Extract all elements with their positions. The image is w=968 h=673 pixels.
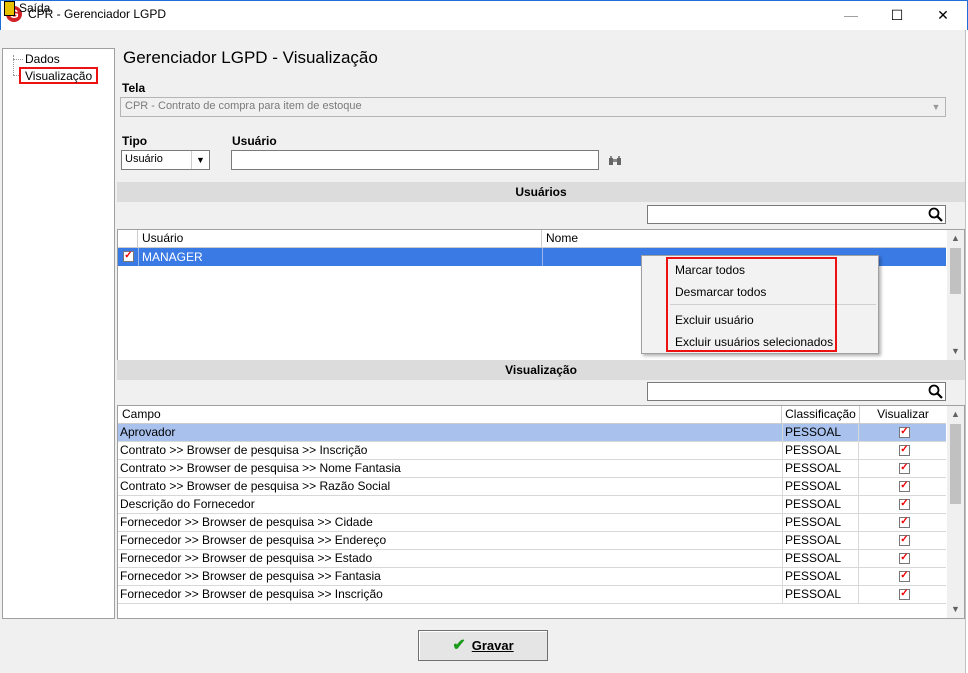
- search-icon[interactable]: [928, 207, 944, 223]
- cell-classificacao: PESSOAL: [783, 586, 859, 604]
- cell-campo: Contrato >> Browser de pesquisa >> Inscr…: [118, 442, 783, 460]
- visualizar-checkbox[interactable]: ✓: [899, 481, 910, 492]
- cell-classificacao: PESSOAL: [783, 478, 859, 496]
- cell-classificacao: PESSOAL: [783, 514, 859, 532]
- scroll-down-icon[interactable]: ▼: [947, 601, 964, 618]
- exit-door-icon[interactable]: [4, 1, 15, 16]
- menu-bar: [0, 30, 968, 48]
- table-row[interactable]: Fornecedor >> Browser de pesquisa >> Est…: [118, 550, 946, 568]
- usuario-input[interactable]: [231, 150, 599, 170]
- table-row[interactable]: Contrato >> Browser de pesquisa >> Nome …: [118, 460, 946, 478]
- usuario-label: Usuário: [232, 134, 277, 148]
- menu-exit[interactable]: Saída: [19, 1, 50, 15]
- cell-classificacao: PESSOAL: [783, 424, 859, 442]
- cell-campo: Aprovador: [118, 424, 783, 442]
- visualizar-checkbox[interactable]: ✓: [899, 589, 910, 600]
- visualizacao-scrollbar[interactable]: ▲ ▼: [947, 406, 964, 618]
- cell-classificacao: PESSOAL: [783, 442, 859, 460]
- cell-classificacao: PESSOAL: [783, 496, 859, 514]
- column-header-campo[interactable]: Campo: [118, 406, 782, 424]
- binoculars-icon[interactable]: [608, 155, 622, 167]
- save-button-label: Gravar: [471, 638, 514, 653]
- cell-classificacao: PESSOAL: [783, 532, 859, 550]
- search-icon[interactable]: [928, 384, 944, 400]
- column-header-visualizar[interactable]: Visualizar: [860, 406, 946, 424]
- chevron-down-icon[interactable]: ▼: [927, 98, 945, 116]
- tree-connector: [13, 55, 14, 75]
- visualizar-checkbox[interactable]: ✓: [899, 571, 910, 582]
- cell-classificacao: PESSOAL: [783, 568, 859, 586]
- annotation-highlight: [666, 257, 837, 352]
- cell-campo: Contrato >> Browser de pesquisa >> Nome …: [118, 460, 783, 478]
- cell-divider: [542, 248, 543, 266]
- table-row[interactable]: Fornecedor >> Browser de pesquisa >> Fan…: [118, 568, 946, 586]
- scrollbar-thumb[interactable]: [950, 248, 961, 294]
- tree-item-visualizacao[interactable]: Visualização: [19, 67, 99, 84]
- table-row[interactable]: Descrição do Fornecedor PESSOAL ✓: [118, 496, 946, 514]
- cell-visualizar: ✓: [859, 532, 946, 550]
- usuarios-section-header: Usuários: [117, 182, 965, 202]
- visualizacao-search-input[interactable]: [647, 382, 946, 401]
- tela-label: Tela: [122, 81, 146, 95]
- scroll-up-icon[interactable]: ▲: [947, 230, 964, 247]
- chevron-down-icon[interactable]: ▼: [191, 151, 209, 169]
- table-row[interactable]: Fornecedor >> Browser de pesquisa >> Cid…: [118, 514, 946, 532]
- visualizacao-grid: Campo Classificação Visualizar Aprovador…: [117, 405, 965, 619]
- visualizacao-section-header: Visualização: [117, 360, 965, 380]
- table-row[interactable]: Fornecedor >> Browser de pesquisa >> End…: [118, 532, 946, 550]
- column-header-nome[interactable]: Nome: [542, 230, 946, 248]
- visualizar-checkbox[interactable]: ✓: [899, 463, 910, 474]
- cell-campo: Fornecedor >> Browser de pesquisa >> Ins…: [118, 586, 783, 604]
- grid-header-check: [118, 230, 138, 248]
- close-button[interactable]: ✕: [920, 0, 966, 30]
- cell-divider: [138, 248, 139, 266]
- navigation-tree: Dados Visualização: [2, 48, 115, 619]
- table-row[interactable]: Aprovador PESSOAL ✓: [118, 424, 946, 442]
- row-checkbox[interactable]: ✓: [123, 251, 134, 262]
- tela-select[interactable]: CPR - Contrato de compra para item de es…: [120, 97, 946, 117]
- checkmark-icon: ✔: [452, 637, 466, 654]
- cell-visualizar: ✓: [859, 568, 946, 586]
- cell-visualizar: ✓: [859, 424, 946, 442]
- cell-usuario: MANAGER: [142, 250, 203, 264]
- usuarios-search-input[interactable]: [647, 205, 946, 224]
- cell-visualizar: ✓: [859, 460, 946, 478]
- cell-classificacao: PESSOAL: [783, 550, 859, 568]
- tree-connector: [13, 59, 23, 60]
- maximize-button[interactable]: ☐: [874, 0, 920, 30]
- table-row[interactable]: Fornecedor >> Browser de pesquisa >> Ins…: [118, 586, 946, 604]
- cell-classificacao: PESSOAL: [783, 460, 859, 478]
- cell-campo: Fornecedor >> Browser de pesquisa >> End…: [118, 532, 783, 550]
- cell-campo: Fornecedor >> Browser de pesquisa >> Est…: [118, 550, 783, 568]
- visualizar-checkbox[interactable]: ✓: [899, 499, 910, 510]
- visualizar-checkbox[interactable]: ✓: [899, 517, 910, 528]
- cell-visualizar: ✓: [859, 586, 946, 604]
- scroll-up-icon[interactable]: ▲: [947, 406, 964, 423]
- cell-visualizar: ✓: [859, 442, 946, 460]
- cell-campo: Descrição do Fornecedor: [118, 496, 783, 514]
- cell-campo: Contrato >> Browser de pesquisa >> Razão…: [118, 478, 783, 496]
- save-button[interactable]: ✔ Gravar: [418, 630, 548, 661]
- scroll-down-icon[interactable]: ▼: [947, 343, 964, 360]
- table-row[interactable]: Contrato >> Browser de pesquisa >> Inscr…: [118, 442, 946, 460]
- cell-visualizar: ✓: [859, 478, 946, 496]
- cell-visualizar: ✓: [859, 514, 946, 532]
- cell-visualizar: ✓: [859, 550, 946, 568]
- visualizar-checkbox[interactable]: ✓: [899, 445, 910, 456]
- table-row[interactable]: Contrato >> Browser de pesquisa >> Razão…: [118, 478, 946, 496]
- tipo-label: Tipo: [122, 134, 148, 148]
- column-header-usuario[interactable]: Usuário: [138, 230, 542, 248]
- cell-campo: Fornecedor >> Browser de pesquisa >> Cid…: [118, 514, 783, 532]
- scrollbar-thumb[interactable]: [950, 424, 961, 504]
- visualizar-checkbox[interactable]: ✓: [899, 427, 910, 438]
- visualizar-checkbox[interactable]: ✓: [899, 535, 910, 546]
- usuarios-scrollbar[interactable]: ▲ ▼: [947, 230, 964, 360]
- column-header-classificacao[interactable]: Classificação: [782, 406, 860, 424]
- tree-item-dados[interactable]: Dados: [25, 52, 60, 66]
- visualizar-checkbox[interactable]: ✓: [899, 553, 910, 564]
- cell-campo: Fornecedor >> Browser de pesquisa >> Fan…: [118, 568, 783, 586]
- page-title: Gerenciador LGPD - Visualização: [123, 48, 378, 67]
- minimize-button[interactable]: —: [828, 0, 874, 30]
- cell-visualizar: ✓: [859, 496, 946, 514]
